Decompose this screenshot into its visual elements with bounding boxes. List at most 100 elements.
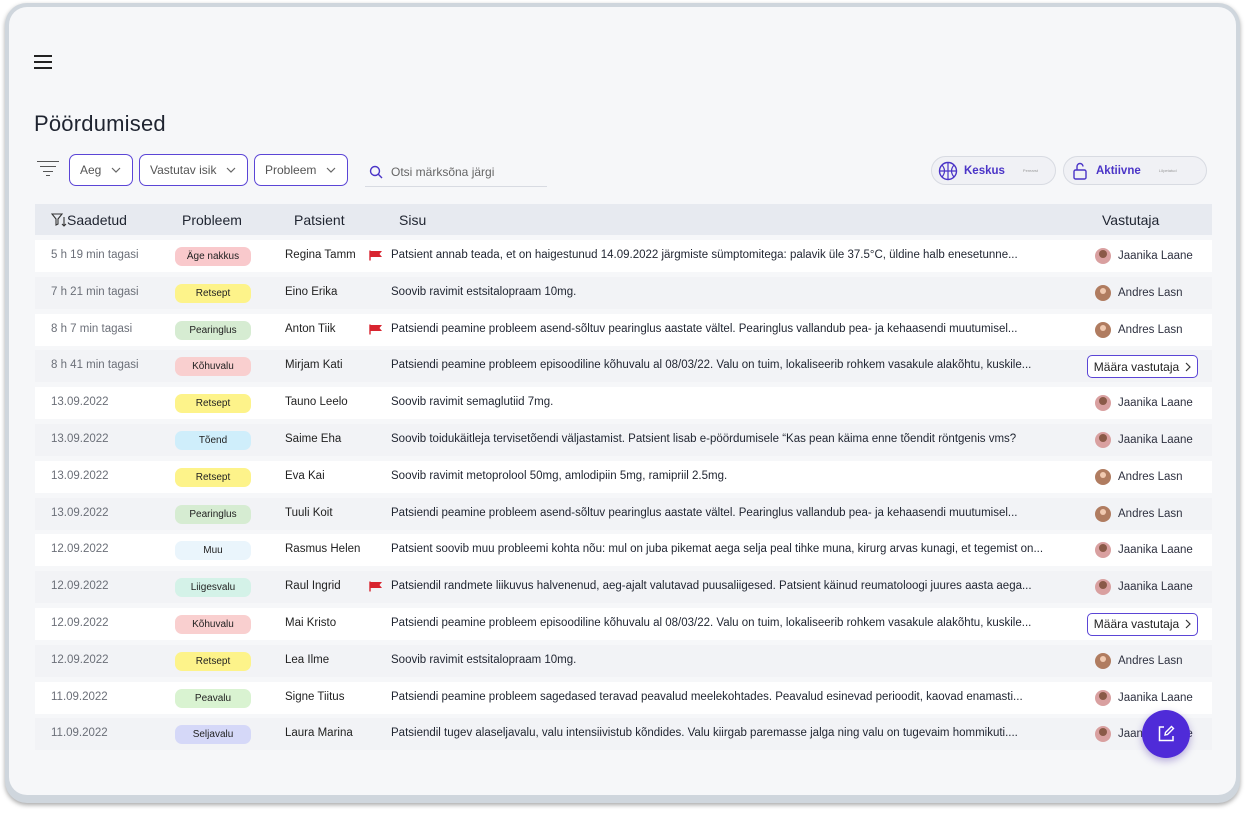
message-preview: Soovib ravimit semaglutiid 7mg. bbox=[391, 396, 554, 409]
sent-time: 12.09.2022 bbox=[51, 543, 109, 556]
assignee: Andres Lasn bbox=[1095, 651, 1183, 671]
unlock-icon bbox=[1073, 162, 1087, 180]
assign-responsible-button[interactable]: Määra vastutaja bbox=[1087, 355, 1198, 379]
avatar bbox=[1095, 652, 1111, 669]
problem-filter-dropdown[interactable]: Probleem bbox=[254, 154, 348, 186]
app-screen: Pöördumised Aeg Vastutav isik Probleem K… bbox=[9, 7, 1236, 795]
assignee-name: Andres Lasn bbox=[1118, 323, 1183, 336]
problem-badge: Peavalu bbox=[175, 688, 251, 708]
message-preview: Patsiendi peamine probleem asend-sõltuv … bbox=[391, 506, 1018, 519]
new-message-button[interactable] bbox=[1142, 710, 1190, 758]
responsible-filter-label: Vastutav isik bbox=[150, 163, 217, 177]
assignee: Jaanika Laane bbox=[1095, 393, 1193, 413]
sent-time: 13.09.2022 bbox=[51, 506, 109, 519]
keskus-sublabel: Perearst bbox=[1022, 168, 1039, 173]
message-preview: Patsiendi peamine probleem episoodiline … bbox=[391, 616, 1032, 629]
assign-responsible-button[interactable]: Määra vastutaja bbox=[1087, 612, 1198, 636]
keskus-toggle[interactable]: Keskus Perearst bbox=[931, 156, 1056, 185]
patient-name: Lea Ilme bbox=[285, 653, 330, 666]
sent-time: 11.09.2022 bbox=[51, 690, 108, 703]
table-row[interactable]: 11.09.2022 Peavalu Signe Tiitus Patsiendi p… bbox=[35, 681, 1212, 714]
problem-badge: Tõend bbox=[175, 430, 251, 450]
patient-name: Saime Eha bbox=[285, 432, 342, 445]
header-saadetud: Saadetud bbox=[67, 212, 127, 228]
table-body: 5 h 19 min tagasi Äge nakkus Regina Tamm Pa… bbox=[35, 240, 1212, 755]
table-row[interactable]: 12.09.2022 Liigesvalu Raul Ingrid Patsiendi… bbox=[35, 571, 1212, 604]
problem-badge: Äge nakkus bbox=[175, 247, 251, 266]
assignee-name: Andres Lasn bbox=[1118, 507, 1183, 520]
assignee-name: Jaanika Laane bbox=[1118, 397, 1193, 410]
table-header: Saadetud Probleem Patsient Sisu Vastutaj… bbox=[35, 204, 1212, 235]
header-probleem: Probleem bbox=[182, 212, 242, 228]
table-row[interactable]: 13.09.2022 Pearinglus Tuuli Koit Patsiendi … bbox=[35, 497, 1212, 530]
patient-name: Tuuli Koit bbox=[285, 506, 333, 519]
problem-badge-label: Peavalu bbox=[194, 692, 232, 704]
header-sisu: Sisu bbox=[399, 212, 427, 228]
patient-name: Eva Kai bbox=[285, 469, 325, 482]
avatar bbox=[1095, 284, 1111, 301]
filter-lines-icon[interactable] bbox=[37, 160, 59, 177]
table-row[interactable]: 12.09.2022 Retsept Lea Ilme Soovib ravimit … bbox=[35, 644, 1212, 677]
table-row[interactable]: 13.09.2022 Tõend Saime Eha Soovib toidukäit… bbox=[35, 423, 1212, 456]
responsible-filter-dropdown[interactable]: Vastutav isik bbox=[139, 154, 248, 186]
hamburger-menu-icon[interactable] bbox=[34, 55, 52, 69]
table-row[interactable]: 5 h 19 min tagasi Äge nakkus Regina Tamm Pa… bbox=[35, 240, 1212, 272]
patient-name: Signe Tiitus bbox=[285, 690, 345, 703]
assignee-name: Andres Lasn bbox=[1118, 286, 1183, 299]
sent-time: 8 h 41 min tagasi bbox=[51, 359, 139, 372]
table-row[interactable]: 12.09.2022 Muu Rasmus Helen Patsient soovib… bbox=[35, 534, 1212, 567]
assignee: Jaanika Laane bbox=[1095, 246, 1193, 266]
patient-name: Eino Erika bbox=[285, 285, 338, 298]
chevron-down-icon bbox=[326, 167, 336, 173]
avatar bbox=[1095, 395, 1111, 412]
assignee: Andres Lasn bbox=[1095, 504, 1183, 524]
device-frame: Pöördumised Aeg Vastutav isik Probleem K… bbox=[5, 3, 1240, 803]
sent-time: 13.09.2022 bbox=[51, 396, 109, 409]
patient-name: Rasmus Helen bbox=[285, 543, 361, 556]
avatar bbox=[1095, 579, 1111, 596]
problem-badge-label: Äge nakkus bbox=[186, 251, 240, 262]
table-row[interactable]: 12.09.2022 Kõhuvalu Mai Kristo Patsiendi pe… bbox=[35, 607, 1212, 640]
problem-badge-label: Pearinglus bbox=[189, 324, 237, 336]
filter-sort-icon bbox=[51, 213, 67, 227]
problem-badge: Retsept bbox=[175, 283, 251, 303]
problem-badge: Muu bbox=[175, 541, 251, 561]
sent-time: 12.09.2022 bbox=[51, 653, 109, 666]
patient-name: Mirjam Kati bbox=[285, 359, 343, 372]
problem-badge: Pearinglus bbox=[175, 504, 251, 524]
avatar bbox=[1095, 248, 1111, 264]
aktiivne-sublabel: Lõpetatud bbox=[1158, 168, 1177, 173]
problem-badge-label: Retsept bbox=[195, 287, 231, 299]
chevron-right-icon bbox=[1185, 362, 1192, 372]
table-row[interactable]: 11.09.2022 Seljavalu Laura Marina Patsiendi… bbox=[35, 718, 1212, 751]
problem-badge: Retsept bbox=[175, 394, 251, 414]
table-row[interactable]: 8 h 7 min tagasi Pearinglus Anton Tiik Pats… bbox=[35, 313, 1212, 346]
problem-badge-label: Retsept bbox=[195, 398, 231, 410]
table-row[interactable]: 13.09.2022 Retsept Tauno Leelo Soovib ravim… bbox=[35, 387, 1212, 420]
problem-badge: Pearinglus bbox=[175, 320, 251, 340]
patient-name: Raul Ingrid bbox=[285, 580, 341, 593]
header-patsient: Patsient bbox=[294, 212, 345, 228]
search-box bbox=[365, 157, 547, 187]
problem-badge: Kõhuvalu bbox=[175, 614, 251, 634]
avatar bbox=[1095, 468, 1111, 485]
search-input[interactable] bbox=[391, 164, 541, 179]
problem-badge-label: Retsept bbox=[195, 655, 231, 667]
problem-filter-label: Probleem bbox=[265, 163, 317, 177]
patient-name: Regina Tamm bbox=[285, 249, 356, 261]
message-preview: Patsiendil tugev alaseljavalu, valu inte… bbox=[391, 727, 1018, 740]
aktiivne-toggle[interactable]: Aktiivne Lõpetatud bbox=[1063, 156, 1207, 185]
sort-saadetud-header[interactable]: Saadetud bbox=[51, 212, 127, 228]
assign-button-label: Määra vastutaja bbox=[1093, 617, 1180, 632]
time-filter-dropdown[interactable]: Aeg bbox=[69, 154, 133, 186]
problem-badge-label: Seljavalu bbox=[192, 729, 234, 741]
table-row[interactable]: 13.09.2022 Retsept Eva Kai Soovib ravimit m… bbox=[35, 460, 1212, 493]
table-row[interactable]: 8 h 41 min tagasi Kõhuvalu Mirjam Kati Pats… bbox=[35, 350, 1212, 383]
sent-time: 8 h 7 min tagasi bbox=[51, 322, 133, 335]
flag-icon bbox=[369, 324, 382, 335]
problem-badge: Retsept bbox=[175, 651, 251, 671]
message-preview: Patsient soovib muu probleemi kohta nõu:… bbox=[391, 543, 1044, 556]
problem-badge-label: Muu bbox=[203, 545, 223, 557]
page-title: Pöördumised bbox=[34, 111, 166, 136]
table-row[interactable]: 7 h 21 min tagasi Retsept Eino Erika Soovib… bbox=[35, 276, 1212, 309]
